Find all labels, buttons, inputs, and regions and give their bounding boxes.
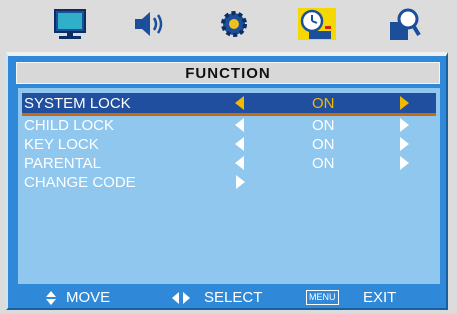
menu-key-icon: MENU bbox=[306, 290, 339, 305]
hint-move: MOVE bbox=[66, 289, 111, 306]
arrow-right-icon[interactable] bbox=[236, 175, 245, 189]
menu-row-label: CHANGE CODE bbox=[24, 174, 136, 191]
hint-exit: EXIT bbox=[363, 289, 397, 306]
menu-row-label: CHILD LOCK bbox=[24, 117, 115, 134]
gear-icon bbox=[221, 11, 247, 37]
menu-row-parental[interactable]: PARENTAL ON bbox=[22, 153, 436, 174]
arrow-left-icon[interactable] bbox=[235, 137, 244, 151]
menu-title: FUNCTION bbox=[16, 62, 440, 84]
arrow-left-icon[interactable] bbox=[235, 156, 244, 170]
tab-search[interactable] bbox=[384, 6, 424, 42]
arrow-right-icon[interactable] bbox=[400, 96, 409, 110]
menu-row-label: SYSTEM LOCK bbox=[24, 95, 131, 112]
menu-row-value: ON bbox=[312, 136, 335, 153]
menu-row-key-lock[interactable]: KEY LOCK ON bbox=[22, 134, 436, 155]
arrow-right-icon[interactable] bbox=[400, 156, 409, 170]
magnifier-icon bbox=[390, 8, 421, 40]
menu-row-label: PARENTAL bbox=[24, 155, 101, 172]
clock-icon bbox=[298, 8, 336, 40]
arrow-right-icon[interactable] bbox=[400, 118, 409, 132]
hint-select: SELECT bbox=[204, 289, 263, 306]
menu-row-change-code[interactable]: CHANGE CODE bbox=[22, 172, 436, 193]
menu-row-value: ON bbox=[312, 117, 335, 134]
arrow-left-icon[interactable] bbox=[235, 118, 244, 132]
menu-list: SYSTEM LOCK ON CHILD LOCK ON KEY LOCK ON… bbox=[18, 88, 440, 284]
menu-tab-bar bbox=[0, 0, 457, 48]
osd-menu: FUNCTION SYSTEM LOCK ON CHILD LOCK ON KE… bbox=[0, 0, 457, 314]
menu-row-system-lock[interactable]: SYSTEM LOCK ON bbox=[22, 93, 436, 116]
key-hint-bar: MOVE SELECT MENU EXIT bbox=[8, 287, 446, 309]
tab-setup[interactable] bbox=[214, 6, 254, 42]
tab-function[interactable] bbox=[297, 6, 337, 42]
speaker-icon bbox=[135, 12, 163, 36]
menu-row-value: ON bbox=[312, 95, 335, 112]
arrow-left-icon[interactable] bbox=[235, 96, 244, 110]
tab-sound[interactable] bbox=[127, 6, 167, 42]
menu-row-value: ON bbox=[312, 155, 335, 172]
up-down-arrows-icon bbox=[46, 291, 56, 305]
tab-picture[interactable] bbox=[50, 6, 90, 42]
menu-row-label: KEY LOCK bbox=[24, 136, 99, 153]
arrow-right-icon[interactable] bbox=[400, 137, 409, 151]
monitor-icon bbox=[54, 9, 86, 39]
left-right-arrows-icon bbox=[172, 292, 194, 304]
menu-row-child-lock[interactable]: CHILD LOCK ON bbox=[22, 115, 436, 136]
